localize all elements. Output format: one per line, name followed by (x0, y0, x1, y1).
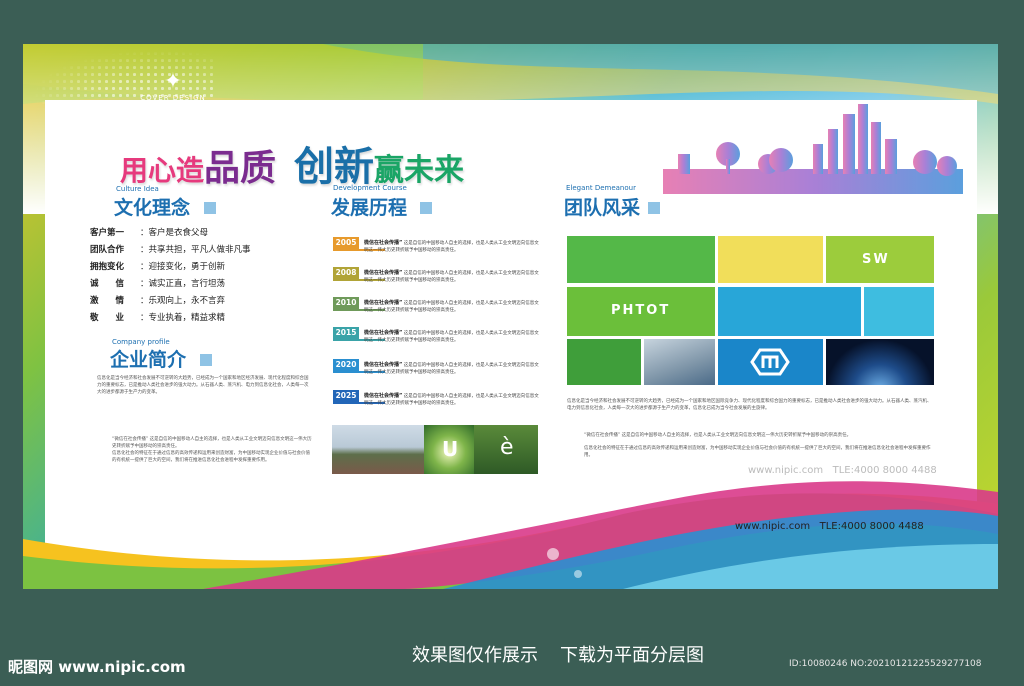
timeline-year: 2008 (333, 267, 359, 279)
culture-row: 客户第一 ：客户是衣食父母 (90, 228, 209, 238)
culture-row: 拥抱变化 ：迎接变化，勇于创新 (90, 262, 226, 272)
nature-photo-1: U (424, 425, 474, 474)
culture-section-title: 文化理念 (114, 197, 191, 219)
timeline-text: 微信在社会传播” 这是自信的中国移动人自主的选择，也是人类从工业文明迈向信息文明… (364, 330, 539, 343)
city-skyline-illustration (663, 100, 963, 194)
profile-paragraph-3: 信息化社会的特征在于通过信息的高效传递和运用来创造财富，为中国移动实现企业价值与… (112, 451, 310, 463)
title-decoration (420, 202, 434, 216)
development-section-title: 发展历程 (331, 197, 408, 219)
photo-tile (718, 236, 823, 283)
brand-logo: ✦ COVER DESIGN UNIQUE RECOGNIZE (138, 69, 208, 108)
logo-name: COVER DESIGN (140, 94, 206, 102)
nature-photo-2: è (474, 425, 538, 474)
logo-icon (750, 348, 790, 376)
team-photo-earth (826, 339, 934, 385)
culture-section-en: Culture Idea (116, 185, 159, 193)
photo-letter: è (500, 435, 514, 460)
contact-faded: www.nipic.com TLE:4000 8000 4488 (748, 465, 937, 476)
logo-sub: UNIQUE RECOGNIZE (152, 102, 194, 107)
butterfly-icon: ✦ (163, 69, 183, 94)
slogan-part-2: 品质 (204, 148, 277, 189)
profile-section-title: 企业简介 (110, 349, 187, 371)
city-photo (332, 425, 424, 474)
team-paragraph-3: 信息化社会的特征在于通过信息的高效传递和运用来创造财富，为中国移动实现企业价值与… (584, 446, 931, 458)
photo-tile (567, 236, 715, 283)
culture-row: 团队合作 ：共享共担，平凡人做非凡事 (90, 245, 251, 255)
slogan-part-1: 用心造 (120, 154, 205, 187)
photo-tile: PHTOT (567, 287, 715, 336)
team-section-title: 团队风采 (564, 197, 641, 219)
main-slogan: 用心造品质 创新赢未来 (120, 134, 464, 192)
contact-info: www.nipic.com TLE:4000 8000 4488 (735, 521, 924, 532)
team-photo-building (644, 339, 715, 385)
timeline-text: 微信在社会传播” 这是自信的中国移动人自主的选择，也是人类从工业文明迈向信息文明… (364, 393, 539, 406)
timeline-year: 2015 (333, 327, 359, 339)
contact-url: www.nipic.com (735, 521, 811, 532)
timeline-year: 2005 (333, 237, 359, 249)
tile-label-sw: SW (862, 252, 890, 267)
title-decoration (204, 202, 218, 216)
timeline-text: 微信在社会传播” 这是自信的中国移动人自主的选择，也是人类从工业文明迈向信息文明… (364, 300, 539, 313)
timeline-year: 2010 (333, 297, 359, 309)
timeline-text: 微信在社会传播” 这是自信的中国移动人自主的选择，也是人类从工业文明迈向信息文明… (364, 270, 539, 283)
photo-letter: U (442, 437, 459, 461)
profile-paragraph-1: 信息化是当今经济和社会发展不可逆转的大趋势，已经成为一个国家和地区经济发展、现代… (97, 376, 309, 395)
photo-tile (718, 339, 823, 385)
photo-tile (718, 287, 861, 336)
culture-row: 激 情：乐观向上，永不言弃 (90, 296, 226, 306)
timeline-year: 2020 (333, 359, 359, 371)
photo-tile (567, 339, 641, 385)
culture-row: 敬 业：专业执着，精益求精 (90, 313, 226, 323)
title-decoration (200, 354, 214, 368)
contact-tel: TLE:4000 8000 4488 (819, 521, 924, 532)
photo-tile (864, 287, 934, 336)
timeline-text: 微信在社会传播” 这是自信的中国移动人自主的选择，也是人类从工业文明迈向信息文明… (364, 362, 539, 375)
photo-tile: SW (826, 236, 934, 283)
culture-row: 诚 信：诚实正直，言行坦荡 (90, 279, 226, 289)
title-decoration (648, 202, 662, 216)
tile-label-phtot: PHTOT (611, 303, 671, 318)
team-paragraph-1: 信息化是当今经济和社会发展不可逆转的大趋势，已经成为一个国家和地区国际竞争力、现… (567, 399, 932, 411)
preview-caption: 效果图仅作展示 下载为平面分层图 (412, 645, 704, 666)
team-paragraph-2: “微信在社会传播” 这是自信的中国移动人自主的选择，也是人类从工业文明迈向信息文… (584, 433, 852, 438)
image-id-watermark: ID:10080246 NO:20210121225529277108 (789, 659, 982, 669)
timeline-text: 微信在社会传播” 这是自信的中国移动人自主的选择，也是人类从工业文明迈向信息文明… (364, 240, 539, 253)
site-watermark: 昵图网 www.nipic.com (8, 658, 186, 676)
team-section-en: Elegant Demeanour (566, 184, 636, 192)
slogan-part-4: 赢未来 (374, 153, 465, 188)
timeline-year: 2025 (333, 390, 359, 402)
development-section-en: Development Course (333, 184, 407, 192)
